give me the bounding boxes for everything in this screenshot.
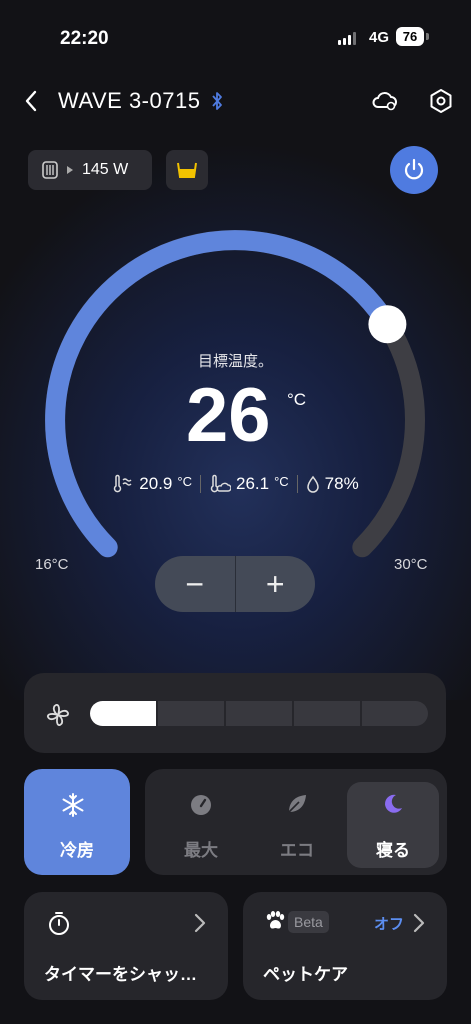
feels-value: 26.1 bbox=[235, 474, 270, 493]
pet-care-status: オフ bbox=[374, 916, 405, 933]
min-temp-label: 16°C bbox=[35, 556, 69, 573]
chevron-right-icon bbox=[194, 913, 206, 933]
thermometer-wind-icon bbox=[114, 474, 132, 493]
speedometer-icon bbox=[191, 795, 211, 815]
feels-unit: °C bbox=[274, 473, 289, 489]
fan-icon bbox=[47, 704, 69, 726]
moon-icon bbox=[385, 794, 402, 813]
humidity-reading: 78% bbox=[298, 474, 367, 494]
leaf-icon bbox=[288, 795, 306, 813]
paw-icon bbox=[266, 911, 285, 929]
max-mode-label: 最大 bbox=[184, 841, 218, 860]
sensor-readings: 20.9 °C 26.1 °C 78% bbox=[0, 474, 471, 494]
ambient-unit: °C bbox=[177, 473, 192, 489]
feels-reading: 26.1 °C bbox=[201, 474, 297, 494]
cool-mode-label: 冷房 bbox=[60, 841, 94, 860]
fan-level-segment[interactable] bbox=[294, 701, 360, 726]
ambient-reading: 20.9 °C bbox=[104, 474, 200, 494]
chevron-right-icon bbox=[413, 913, 425, 933]
pet-care-title: ペットケア bbox=[263, 965, 348, 984]
target-temp-value: 26 bbox=[186, 373, 271, 458]
max-temp-label: 30°C bbox=[394, 556, 428, 573]
humidity-value: 78% bbox=[324, 474, 359, 493]
timer-icon bbox=[49, 912, 69, 935]
thermometer-cloud-icon bbox=[210, 474, 231, 493]
target-temp-label: 目標温度。 bbox=[197, 353, 273, 370]
sleep-mode-label: 寝る bbox=[376, 841, 410, 860]
droplet-icon bbox=[306, 475, 319, 493]
timer-title: タイマーをシャッ… bbox=[44, 965, 197, 984]
increase-button[interactable]: + bbox=[236, 556, 316, 612]
dial-knob bbox=[368, 305, 407, 344]
snowflake-icon bbox=[62, 793, 84, 817]
ambient-value: 20.9 bbox=[139, 474, 173, 493]
fan-level-segment[interactable] bbox=[362, 701, 428, 726]
fan-speed-slider[interactable] bbox=[90, 701, 428, 726]
decrease-button[interactable]: − bbox=[155, 556, 235, 612]
fan-level-segment[interactable] bbox=[158, 701, 224, 726]
fan-level-segment[interactable] bbox=[226, 701, 292, 726]
temperature-stepper: − + bbox=[155, 556, 315, 612]
target-temp-unit: °C bbox=[287, 390, 307, 409]
fan-level-segment[interactable] bbox=[90, 701, 156, 726]
beta-badge: Beta bbox=[288, 911, 329, 933]
eco-mode-label: エコ bbox=[280, 841, 314, 860]
